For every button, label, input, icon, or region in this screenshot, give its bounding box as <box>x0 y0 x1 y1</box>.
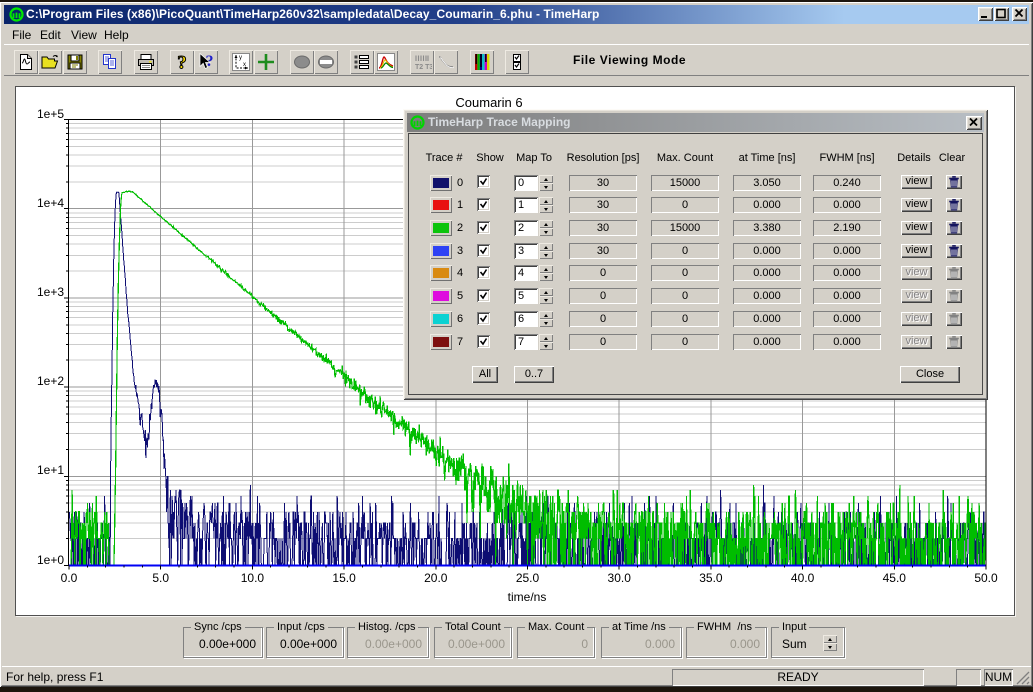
svg-text:15.0: 15.0 <box>332 571 356 585</box>
svg-text:20.0: 20.0 <box>424 571 448 585</box>
svg-text:time/ns: time/ns <box>508 590 547 604</box>
svg-text:y: y <box>239 55 242 61</box>
svg-text:T2 T3: T2 T3 <box>415 64 432 71</box>
svg-text:0.0: 0.0 <box>61 571 78 585</box>
svg-text:10.0: 10.0 <box>241 571 265 585</box>
svg-text:1e+2: 1e+2 <box>37 374 64 388</box>
svg-text:35.0: 35.0 <box>699 571 723 585</box>
svg-text:1e+0: 1e+0 <box>37 553 64 567</box>
svg-text:50.0: 50.0 <box>974 571 998 585</box>
svg-text:Coumarin 6: Coumarin 6 <box>455 95 522 110</box>
svg-text:x: x <box>243 62 246 68</box>
svg-text:30.0: 30.0 <box>608 571 632 585</box>
svg-text:1e+5: 1e+5 <box>37 107 64 121</box>
svg-text:40.0: 40.0 <box>791 571 815 585</box>
svg-text:25.0: 25.0 <box>516 571 540 585</box>
svg-text:1e+1: 1e+1 <box>37 463 64 477</box>
svg-text:5.0: 5.0 <box>152 571 169 585</box>
svg-text:?: ? <box>177 53 187 73</box>
svg-text:1e+4: 1e+4 <box>37 196 64 210</box>
svg-text:45.0: 45.0 <box>883 571 907 585</box>
svg-text:1e+3: 1e+3 <box>37 285 64 299</box>
